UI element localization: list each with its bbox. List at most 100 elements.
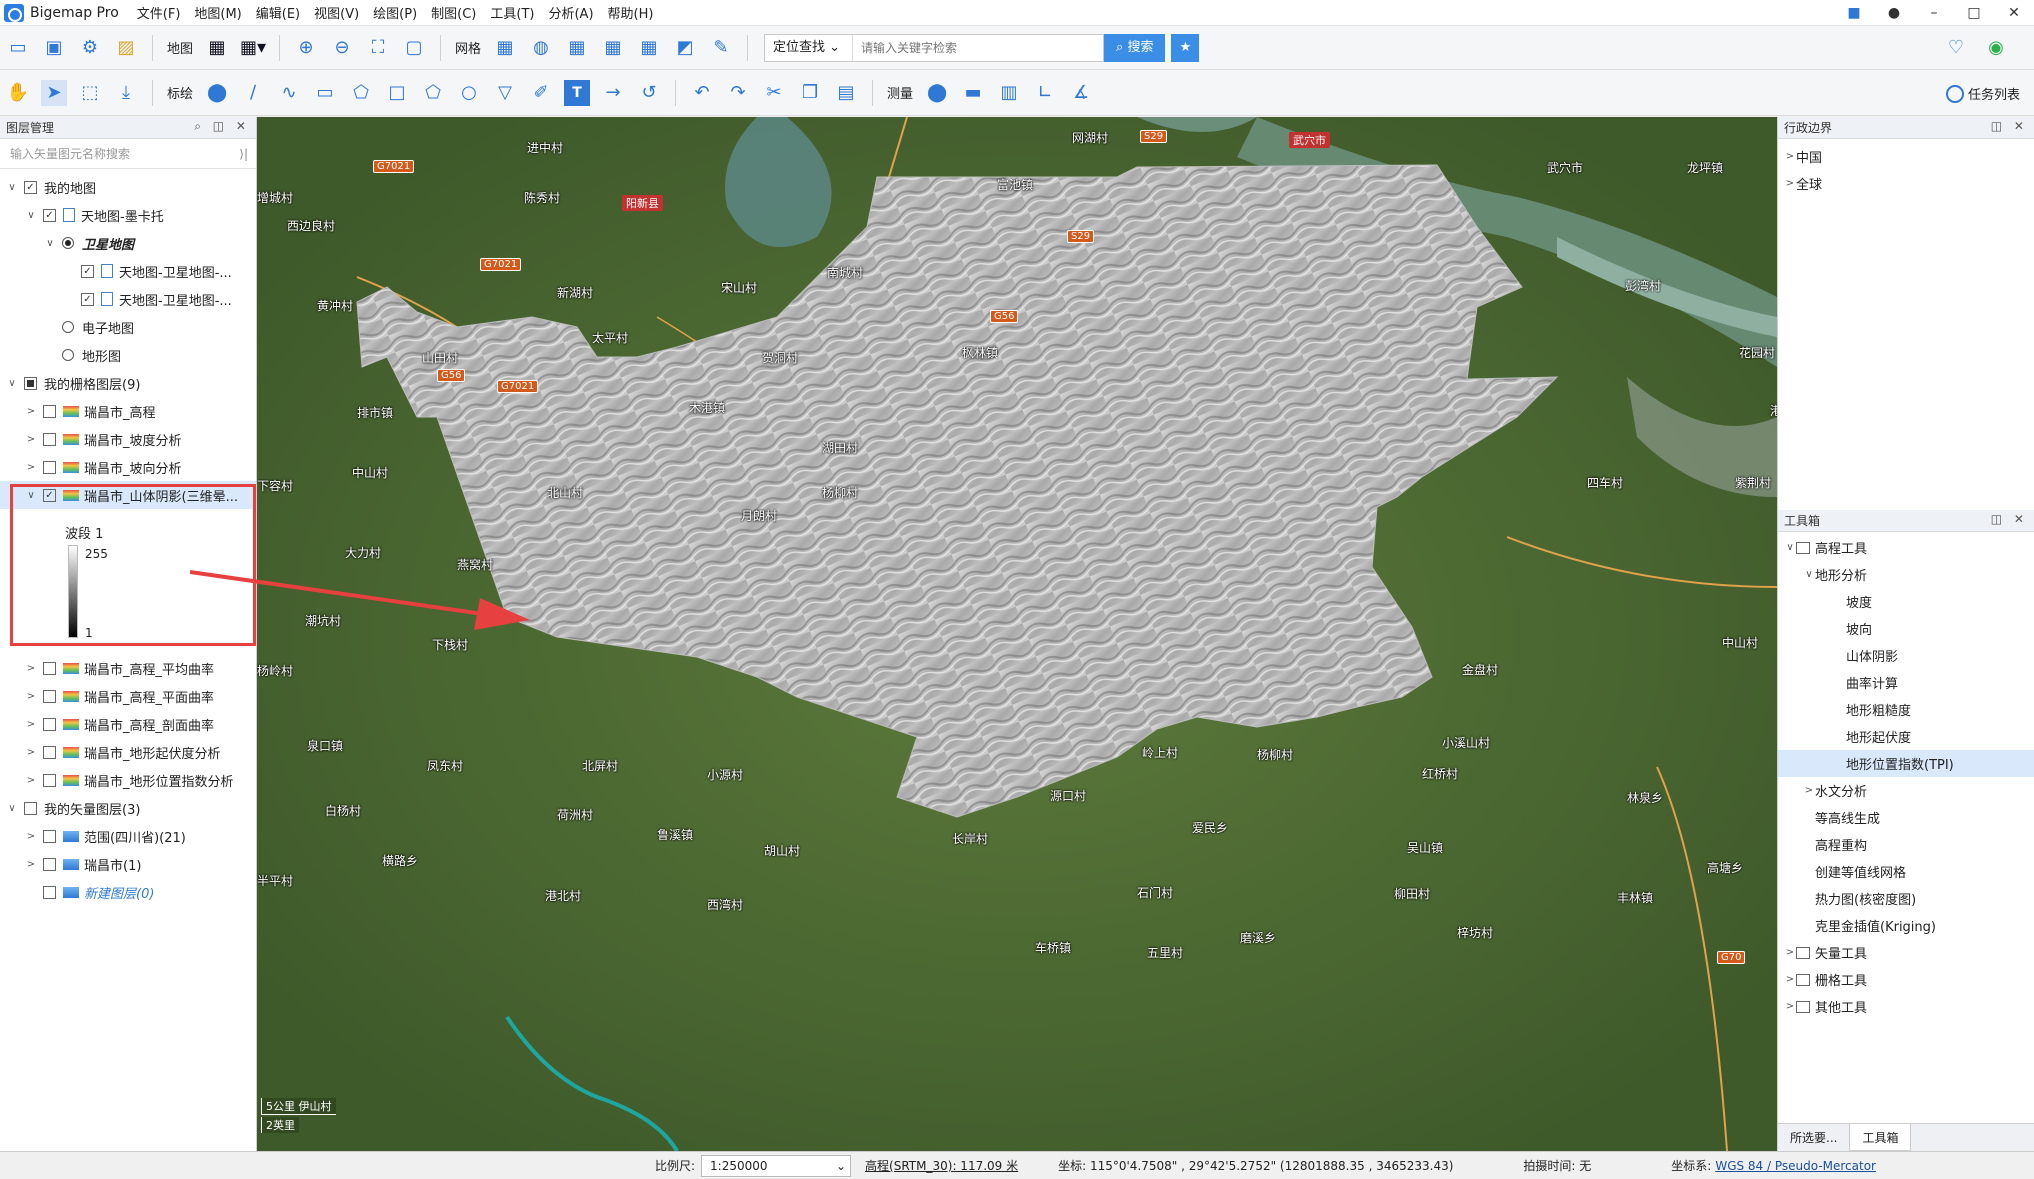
basemap-radio[interactable]	[62, 349, 74, 361]
tree-row[interactable]: > 栅格工具	[1778, 966, 2034, 993]
grid-clear-icon[interactable]: ✎	[708, 35, 734, 61]
expand-arrow-icon[interactable]: >	[25, 406, 37, 417]
expand-arrow-icon[interactable]: >	[1784, 151, 1796, 162]
wechat-icon[interactable]: ◉	[1983, 34, 2009, 60]
collapse-icon[interactable]: ⟩|	[239, 147, 248, 161]
tree-row[interactable]: ∨ 地形分析	[1778, 561, 2034, 588]
menu-item[interactable]: 制图(C)	[431, 3, 476, 22]
measure-area-icon[interactable]: ▥	[996, 80, 1022, 106]
expand-arrow-icon[interactable]: ∨	[6, 182, 18, 193]
search-button[interactable]: ⌕ 搜索	[1104, 33, 1166, 62]
tree-row[interactable]: 地形位置指数(TPI)	[1778, 750, 2034, 777]
measure-angle-icon[interactable]: ∟	[1032, 80, 1058, 106]
expand-arrow-icon[interactable]: ∨	[44, 238, 56, 249]
cut-icon[interactable]: ✂	[761, 80, 787, 106]
tree-row[interactable]: 地形图	[0, 341, 256, 369]
menu-item[interactable]: 文件(F)	[137, 3, 181, 22]
like-heart-icon[interactable]: ♡	[1943, 34, 1969, 60]
menu-item[interactable]: 编辑(E)	[256, 3, 300, 22]
grid-icon[interactable]: ▦	[492, 35, 518, 61]
tree-row[interactable]: ∨ 高程工具	[1778, 534, 2034, 561]
menu-item[interactable]: 工具(T)	[490, 3, 534, 22]
tree-row[interactable]: > 中国	[1778, 143, 2034, 170]
expand-arrow-icon[interactable]: >	[25, 434, 37, 445]
expand-arrow-icon[interactable]: >	[25, 831, 37, 842]
curve-icon[interactable]: ∿	[276, 80, 302, 106]
expand-arrow-icon[interactable]: >	[1784, 178, 1796, 189]
expand-arrow-icon[interactable]: >	[25, 663, 37, 674]
point-marker-icon[interactable]: ⬤	[204, 80, 230, 106]
expand-arrow-icon[interactable]: ∨	[1784, 542, 1796, 553]
tree-row[interactable]: > 瑞昌市_坡向分析	[0, 453, 256, 481]
layer-checkbox[interactable]: ✓	[81, 292, 94, 306]
tree-row[interactable]: ∨ 我的栅格图层(9)	[0, 369, 256, 397]
open-folder-icon[interactable]: ▭	[5, 35, 31, 61]
expand-arrow-icon[interactable]: >	[25, 719, 37, 730]
panel-buttons[interactable]: ◫ ✕	[1991, 512, 2028, 526]
tree-row[interactable]: > 其他工具	[1778, 993, 2034, 1020]
layer-checkbox[interactable]	[43, 661, 56, 675]
expand-arrow-icon[interactable]: >	[1803, 785, 1815, 796]
favorite-star-icon[interactable]: ★	[1171, 33, 1200, 62]
layer-checkbox[interactable]: ✓	[81, 264, 94, 278]
menu-item[interactable]: 绘图(P)	[373, 3, 417, 22]
tree-row[interactable]: 电子地图	[0, 313, 256, 341]
task-list-button[interactable]: 任务列表	[1945, 84, 2020, 103]
layer-checkbox[interactable]	[24, 801, 37, 815]
expand-arrow-icon[interactable]: >	[1784, 974, 1796, 985]
panel-buttons[interactable]: ◫ ✕	[1991, 119, 2028, 133]
redo-icon[interactable]: ↷	[725, 80, 751, 106]
layer-search-box[interactable]: 输入矢量图元名称搜索 ⟩|	[0, 139, 256, 169]
tree-row[interactable]: > 瑞昌市_高程	[0, 397, 256, 425]
pentagon-icon[interactable]: ⬠	[420, 80, 446, 106]
menu-item[interactable]: 帮助(H)	[608, 3, 654, 22]
expand-arrow-icon[interactable]: ∨	[25, 210, 37, 221]
expand-arrow-icon[interactable]: ∨	[6, 803, 18, 814]
menu-item[interactable]: 地图(M)	[194, 3, 241, 22]
tree-row[interactable]: > 范围(四川省)(21)	[0, 822, 256, 850]
tree-row[interactable]: > 全球	[1778, 170, 2034, 197]
expand-arrow-icon[interactable]: >	[25, 747, 37, 758]
zoom-in-icon[interactable]: ⊕	[293, 35, 319, 61]
measure-azimuth-icon[interactable]: ∡	[1068, 80, 1094, 106]
tree-row[interactable]: > 瑞昌市_坡度分析	[0, 425, 256, 453]
settings-gear-icon[interactable]: ⚙	[77, 35, 103, 61]
tree-row[interactable]: 高程重构	[1778, 831, 2034, 858]
tree-row[interactable]: > 瑞昌市_高程_剖面曲率	[0, 710, 256, 738]
arrow-draw-icon[interactable]: →	[600, 80, 626, 106]
circle-icon[interactable]: ○	[456, 80, 482, 106]
user-avatar[interactable]: ●	[1874, 5, 1914, 21]
full-extent-icon[interactable]: ▢	[401, 35, 427, 61]
tab-toolbox[interactable]: 工具箱	[1849, 1124, 1912, 1151]
expand-arrow-icon[interactable]: >	[25, 775, 37, 786]
tree-row[interactable]: 克里金插值(Kriging)	[1778, 912, 2034, 939]
expand-arrow-icon[interactable]: ∨	[6, 378, 18, 389]
tree-row[interactable]: ✓ 天地图-卫星地图-...	[0, 257, 256, 285]
text-icon[interactable]: T	[564, 79, 591, 106]
locate-mode-select[interactable]: 定位查找 ⌄	[765, 34, 854, 61]
expand-arrow-icon[interactable]: >	[1784, 1001, 1796, 1012]
undo-icon[interactable]: ↶	[689, 80, 715, 106]
layer-checkbox[interactable]	[43, 717, 56, 731]
menu-item[interactable]: 分析(A)	[548, 3, 593, 22]
layer-checkbox[interactable]	[43, 460, 56, 474]
tree-row[interactable]: > 水文分析	[1778, 777, 2034, 804]
scale-select[interactable]: 1:250000 ⌄	[701, 1154, 852, 1177]
layer-checkbox[interactable]	[43, 885, 56, 899]
tree-row[interactable]: 创建等值线网格	[1778, 858, 2034, 885]
expand-arrow-icon[interactable]: >	[25, 691, 37, 702]
polyline-icon[interactable]: ∕	[240, 80, 266, 106]
tree-row[interactable]: > 瑞昌市(1)	[0, 850, 256, 878]
tree-row[interactable]: 新建图层(0)	[0, 878, 256, 906]
tree-row[interactable]: 坡向	[1778, 615, 2034, 642]
polygon-icon[interactable]: ⬠	[348, 80, 374, 106]
basemap-radio[interactable]	[62, 237, 74, 249]
tree-row[interactable]: ∨ ✓ 我的地图	[0, 173, 256, 201]
tree-row[interactable]: > 瑞昌市_地形位置指数分析	[0, 766, 256, 794]
tree-row[interactable]: 等高线生成	[1778, 804, 2034, 831]
measure-distance-icon[interactable]: ▬	[960, 80, 986, 106]
zoom-out-icon[interactable]: ⊖	[329, 35, 355, 61]
paste-icon[interactable]: ▤	[833, 80, 859, 106]
box-select-icon[interactable]: ⬚	[77, 80, 103, 106]
measure-point-icon[interactable]: ⬤	[924, 80, 950, 106]
